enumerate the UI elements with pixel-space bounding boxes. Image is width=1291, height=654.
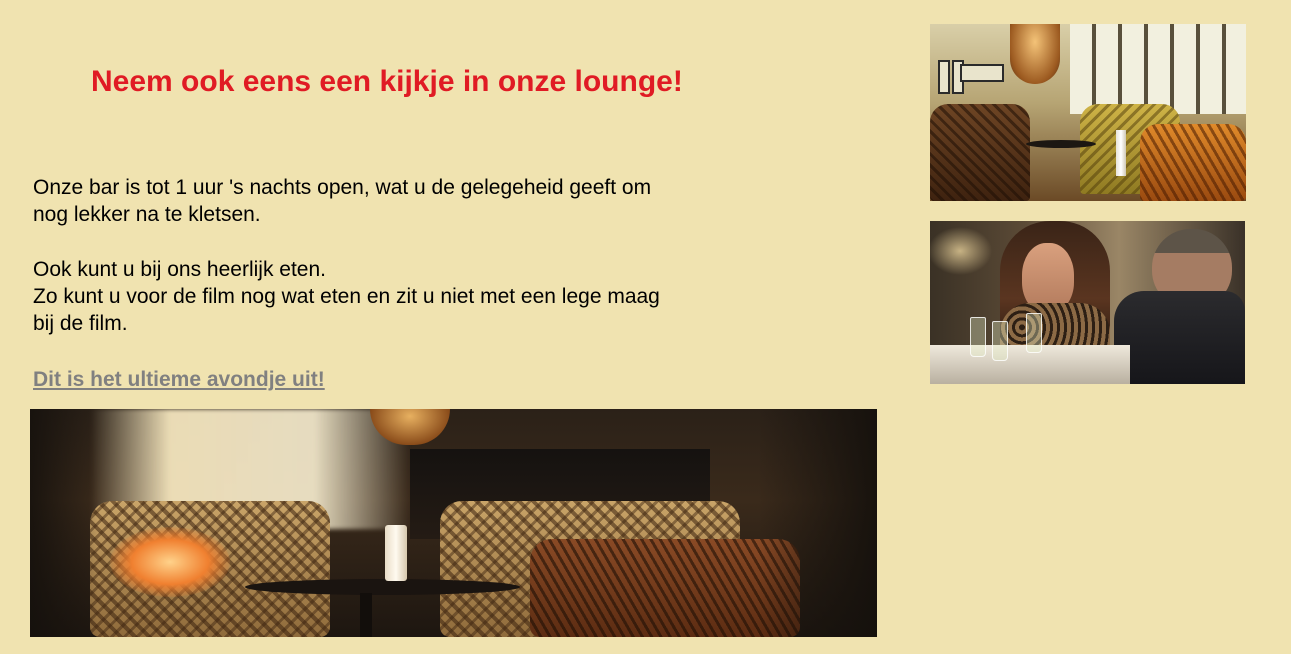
wine-glass xyxy=(992,321,1008,361)
photo-edge-fade xyxy=(30,409,877,637)
windows xyxy=(1070,24,1246,114)
paragraph-dining-line1: Ook kunt u bij ons heerlijk eten. xyxy=(33,257,326,281)
intro-text: Onze bar is tot 1 uur 's nachts open, wa… xyxy=(33,174,673,337)
side-table xyxy=(1026,140,1096,148)
man-suit xyxy=(1114,291,1245,384)
pendant-lamp xyxy=(1010,24,1060,84)
armchair-orange xyxy=(1140,124,1246,201)
bar-photo xyxy=(930,24,1246,201)
page-title: Neem ook eens een kijkje in onze lounge! xyxy=(91,65,683,98)
lounge-photo xyxy=(30,409,877,637)
ultimate-evening-link[interactable]: Dit is het ultieme avondje uit! xyxy=(33,366,325,393)
wine-glass xyxy=(1026,313,1042,353)
candle xyxy=(1116,130,1126,176)
armchair-brown xyxy=(930,104,1030,201)
dinner-photo xyxy=(930,221,1245,384)
wall-frame xyxy=(938,60,950,94)
paragraph-dining-line2: Zo kunt u voor de film nog wat eten en z… xyxy=(33,284,660,336)
wall-frame xyxy=(960,64,1004,82)
paragraph-bar-hours: Onze bar is tot 1 uur 's nachts open, wa… xyxy=(33,176,652,227)
wine-glass xyxy=(970,317,986,357)
